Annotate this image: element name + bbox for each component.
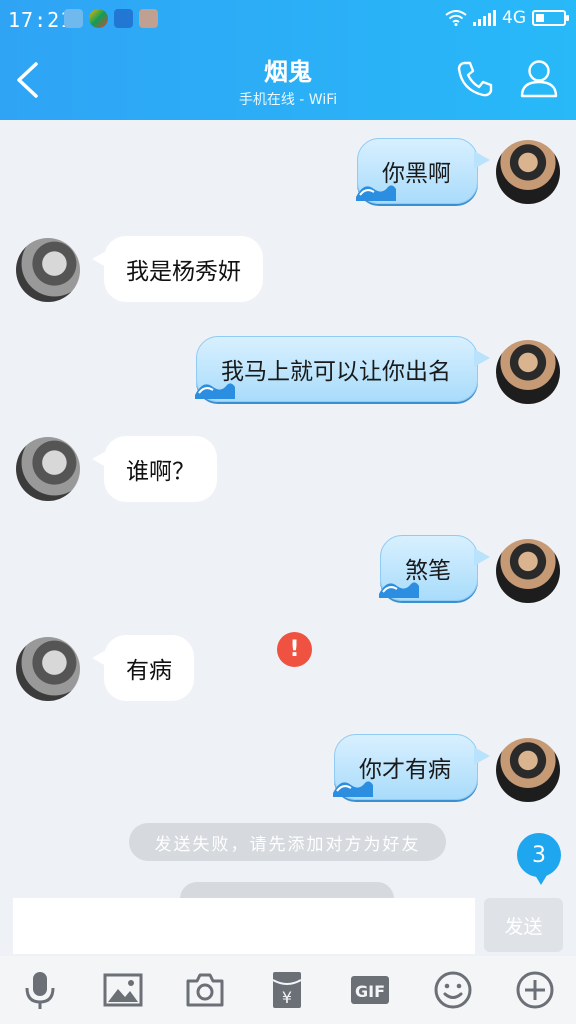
message-bubble-received[interactable]: 我是杨秀妍	[92, 236, 263, 302]
status-right: 4G	[445, 8, 569, 28]
wave-decoration-icon	[333, 781, 373, 797]
unread-badge[interactable]: 3	[517, 833, 561, 885]
system-message: 发送失败，请先添加对方为好友	[129, 823, 446, 861]
chat-header: 17:21 4G 烟鬼 手机在线 - WiFi	[0, 0, 576, 120]
message-text: 谁啊？	[126, 459, 195, 485]
notification-icons	[64, 9, 158, 28]
my-avatar[interactable]	[496, 539, 560, 603]
my-avatar[interactable]	[496, 340, 560, 404]
message-text: 有病	[126, 658, 172, 684]
wave-decoration-icon	[379, 582, 419, 598]
wave-decoration-icon	[195, 383, 235, 399]
emoji-icon[interactable]	[433, 970, 473, 1010]
online-status: 手机在线 - WiFi	[238, 92, 338, 108]
battery-icon	[532, 10, 569, 26]
contact-avatar[interactable]	[16, 637, 80, 701]
notification-icon	[89, 9, 108, 28]
notification-icon	[114, 9, 133, 28]
contact-avatar[interactable]	[16, 238, 80, 302]
camera-icon[interactable]	[185, 970, 225, 1010]
phone-call-button[interactable]	[456, 60, 494, 98]
message-input[interactable]	[13, 898, 475, 954]
contact-name: 烟鬼	[264, 58, 312, 86]
my-avatar[interactable]	[496, 738, 560, 802]
svg-text:¥: ¥	[282, 988, 292, 1007]
mic-icon[interactable]	[20, 970, 60, 1010]
svg-text:GIF: GIF	[355, 982, 385, 1001]
send-failed-icon[interactable]: !	[277, 632, 312, 667]
signal-icon	[473, 10, 496, 26]
message-bubble-sent[interactable]: 我马上就可以让你出名	[195, 336, 490, 402]
message-bubble-received[interactable]: 有病	[92, 635, 194, 701]
profile-button[interactable]	[520, 58, 558, 98]
message-list[interactable]: 你黑啊 我是杨秀妍 我马上就可以让你出名 谁啊？ 煞笔 有病 ! 你才有病 发送…	[0, 120, 576, 898]
message-text: 我马上就可以让你出名	[221, 359, 451, 385]
wave-decoration-icon	[356, 185, 396, 201]
composer: 发送	[0, 898, 576, 956]
notification-icon	[139, 9, 158, 28]
contact-avatar[interactable]	[16, 437, 80, 501]
red-packet-icon[interactable]: ¥	[267, 970, 307, 1010]
message-text: 我是杨秀妍	[126, 259, 241, 285]
back-button[interactable]	[14, 62, 40, 98]
message-bubble-sent[interactable]: 你黑啊	[356, 138, 490, 204]
status-bar: 17:21 4G	[0, 0, 576, 40]
message-bubble-sent[interactable]: 你才有病	[333, 734, 490, 800]
send-button[interactable]: 发送	[484, 898, 563, 952]
plus-icon[interactable]	[515, 970, 555, 1010]
gif-icon[interactable]: GIF	[350, 970, 390, 1010]
my-avatar[interactable]	[496, 140, 560, 204]
message-bubble-received[interactable]: 谁啊？	[92, 436, 217, 502]
network-type: 4G	[502, 8, 526, 28]
system-message-partial	[180, 882, 394, 898]
message-bubble-sent[interactable]: 煞笔	[379, 535, 490, 601]
image-icon[interactable]	[103, 970, 143, 1010]
notification-icon	[64, 9, 83, 28]
wifi-icon	[445, 10, 467, 26]
input-toolbar: ¥ GIF	[0, 956, 576, 1024]
